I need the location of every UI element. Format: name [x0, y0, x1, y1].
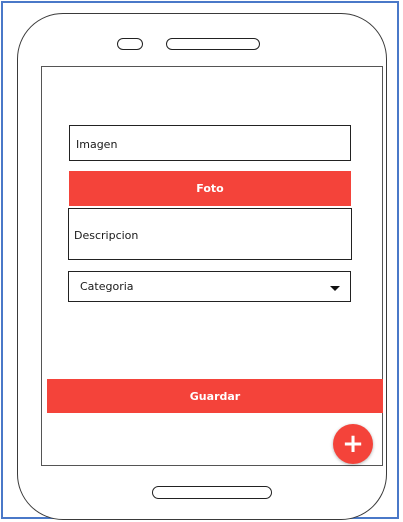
- save-button[interactable]: Guardar: [47, 379, 383, 413]
- category-select[interactable]: Categoria: [68, 271, 351, 302]
- image-field-label: Imagen: [76, 138, 118, 151]
- add-fab-button[interactable]: +: [333, 424, 373, 464]
- plus-icon: +: [342, 429, 364, 459]
- speaker-grille: [166, 38, 260, 50]
- home-button: [152, 486, 272, 499]
- camera-indicator: [117, 38, 143, 50]
- category-select-label: Categoria: [80, 280, 134, 293]
- description-field-label: Descripcion: [74, 229, 139, 242]
- description-field[interactable]: Descripcion: [68, 208, 352, 260]
- chevron-down-icon: [330, 286, 340, 291]
- photo-button[interactable]: Foto: [69, 171, 351, 206]
- image-field[interactable]: Imagen: [69, 125, 351, 161]
